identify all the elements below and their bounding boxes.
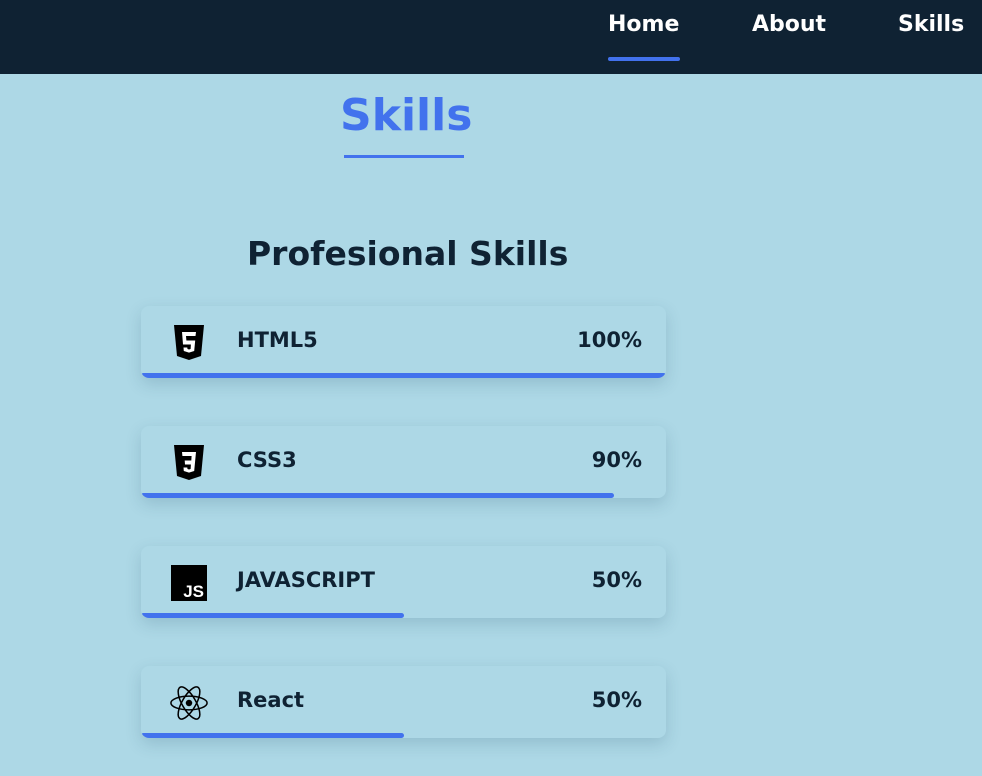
svg-text:JS: JS	[183, 582, 204, 601]
skill-name: React	[237, 688, 305, 712]
section-title-underline	[344, 155, 464, 158]
skill-percent: 50%	[591, 688, 642, 712]
skill-name: HTML5	[237, 328, 318, 352]
javascript-icon: JS	[169, 563, 209, 603]
skill-percent: 100%	[577, 328, 642, 352]
nav-link-skills[interactable]: Skills	[898, 12, 964, 37]
skill-progress-bar	[141, 613, 404, 618]
skill-card-javascript: JS JAVASCRIPT 50%	[141, 546, 666, 618]
skill-name: CSS3	[237, 448, 297, 472]
react-icon	[169, 683, 209, 723]
css3-icon	[169, 443, 209, 483]
skill-progress-bar	[141, 493, 614, 498]
nav-link-about[interactable]: About	[752, 12, 826, 37]
skill-name: JAVASCRIPT	[237, 568, 375, 592]
skill-card-html5: HTML5 100%	[141, 306, 666, 378]
nav-active-indicator	[608, 57, 680, 61]
skill-progress-bar	[141, 733, 404, 738]
skill-card-css3: CSS3 90%	[141, 426, 666, 498]
html5-icon	[169, 323, 209, 363]
skill-card-react: React 50%	[141, 666, 666, 738]
skill-percent: 90%	[591, 448, 642, 472]
section-title: Skills	[340, 90, 473, 141]
skill-progress-bar	[141, 373, 666, 378]
skills-subtitle: Profesional Skills	[247, 234, 569, 273]
navbar: Home About Skills	[0, 0, 982, 74]
skill-percent: 50%	[591, 568, 642, 592]
nav-link-home[interactable]: Home	[608, 12, 679, 37]
